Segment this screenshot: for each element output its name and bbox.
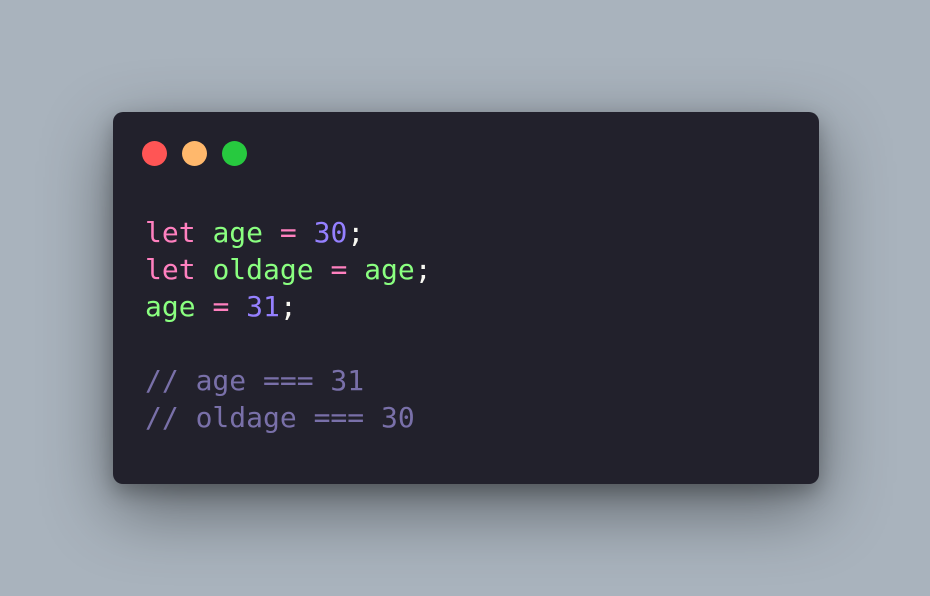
window-controls	[142, 141, 247, 166]
code-line: let age = 30;	[145, 214, 432, 251]
code-block: let age = 30; let oldage = age; age = 31; /…	[145, 214, 432, 436]
code-line: let oldage = age;	[145, 251, 432, 288]
code-token: 31	[246, 290, 280, 323]
code-window: let age = 30; let oldage = age; age = 31; /…	[113, 112, 819, 484]
code-token: =	[212, 290, 230, 323]
code-token: age	[145, 290, 196, 323]
code-token: let	[145, 253, 196, 286]
code-token: ;	[279, 290, 297, 323]
minimize-icon[interactable]	[182, 141, 207, 166]
code-comment: // age === 31	[145, 364, 365, 397]
code-line: age = 31;	[145, 288, 432, 325]
close-icon[interactable]	[142, 141, 167, 166]
code-token: =	[279, 216, 297, 249]
code-token: ;	[414, 253, 432, 286]
code-token: oldage	[212, 253, 314, 286]
code-token: age	[212, 216, 264, 249]
code-token: =	[330, 253, 348, 286]
code-token: 30	[313, 216, 348, 249]
code-token: ;	[347, 216, 365, 249]
code-token: let	[145, 216, 196, 249]
code-token: age	[364, 253, 415, 286]
code-line: // oldage === 30	[145, 399, 432, 436]
code-line: // age === 31	[145, 362, 432, 399]
code-comment: // oldage === 30	[145, 401, 415, 434]
maximize-icon[interactable]	[222, 141, 247, 166]
